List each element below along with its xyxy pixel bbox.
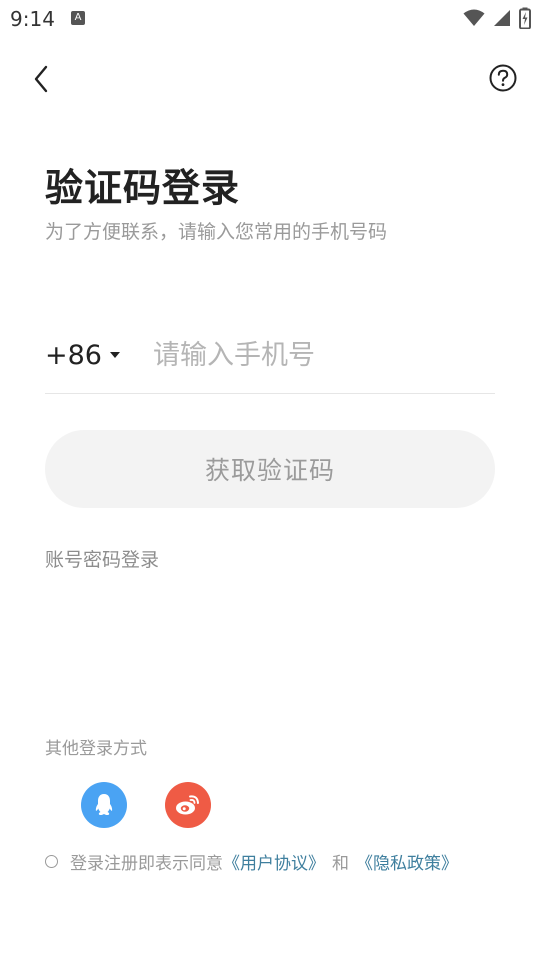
question-circle-icon — [489, 64, 517, 92]
weibo-login-button[interactable] — [165, 782, 211, 828]
privacy-policy-link[interactable]: 《隐私政策》 — [356, 849, 458, 874]
status-time: 9:14 — [10, 7, 55, 31]
other-login-label: 其他登录方式 — [45, 739, 147, 759]
agreement-and-text: 和 — [332, 853, 349, 874]
qq-icon — [95, 794, 113, 816]
weibo-icon — [176, 795, 199, 815]
status-bar: 9:14 A — [0, 0, 540, 38]
chevron-left-icon — [34, 65, 48, 93]
help-button[interactable] — [488, 63, 518, 93]
agreement-checkbox[interactable] — [45, 854, 58, 868]
password-login-link[interactable]: 账号密码登录 — [45, 545, 159, 572]
login-screen: 9:14 A 验证码登录 为了方便联系，请输入您常用的手机号码 +86 请输入手… — [0, 0, 540, 960]
caret-down-icon — [109, 352, 120, 358]
country-code-selector[interactable]: +86 — [45, 335, 120, 375]
qq-login-button[interactable] — [81, 782, 127, 828]
back-button[interactable] — [28, 62, 58, 96]
get-verification-code-button[interactable]: 获取验证码 — [45, 430, 495, 508]
page-title: 验证码登录 — [45, 166, 241, 210]
wifi-icon — [463, 9, 485, 26]
agreement-text: 登录注册即表示同意 — [70, 853, 223, 874]
page-subtitle: 为了方便联系，请输入您常用的手机号码 — [45, 221, 388, 243]
signal-icon — [494, 10, 510, 26]
user-agreement-link[interactable]: 《用户协议》 — [223, 849, 325, 874]
notification-a-icon: A — [71, 11, 85, 25]
status-icons — [463, 6, 531, 30]
phone-input-row: +86 — [45, 325, 495, 394]
country-code-label: +86 — [45, 339, 102, 371]
agreement-row: 登录注册即表示同意 《用户协议》 和 《隐私政策》 — [45, 849, 458, 874]
phone-number-input[interactable] — [153, 333, 483, 377]
battery-charging-icon — [519, 7, 531, 29]
